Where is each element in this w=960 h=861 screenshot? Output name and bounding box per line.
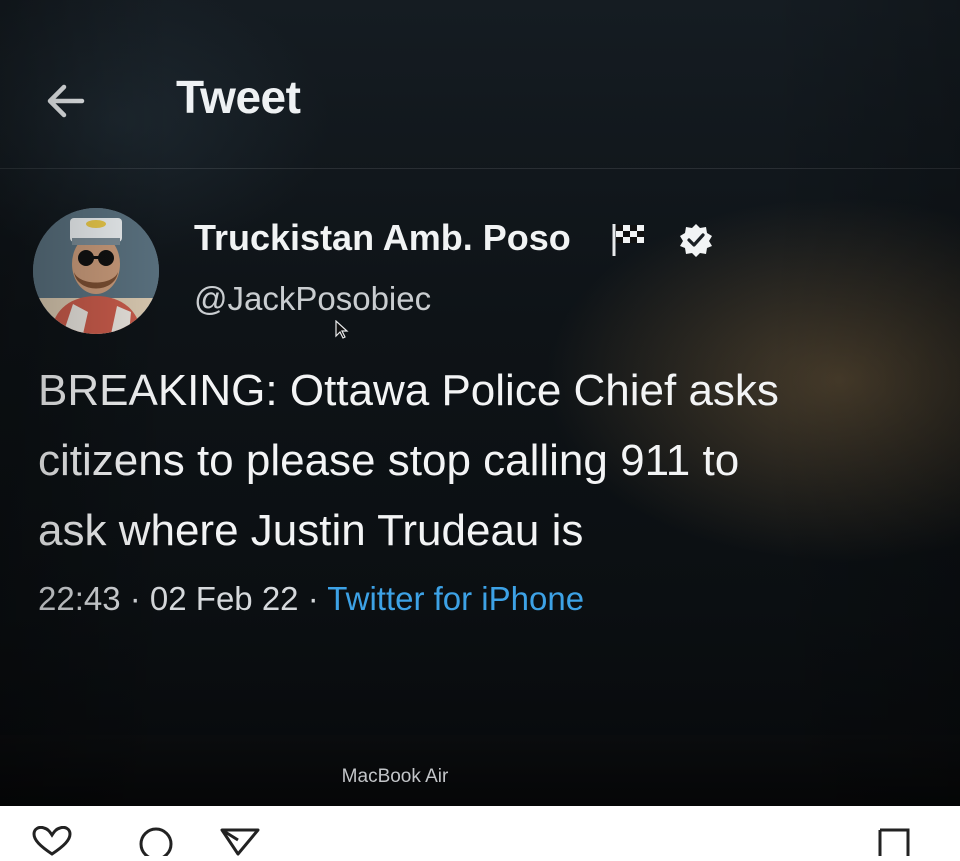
verified-badge-icon [678,222,714,258]
tweet-time: 22:43 [38,580,121,617]
bookmark-icon[interactable] [872,826,916,856]
user-handle[interactable]: @JackPosobiec [194,280,431,318]
display-name[interactable]: Truckistan Amb. Poso [194,217,571,259]
avatar[interactable] [33,208,159,334]
arrow-left-icon[interactable] [42,78,88,124]
tweet-date: 02 Feb 22 [149,580,299,617]
separator: · [298,580,328,617]
tweet-metadata: 22:43 · 02 Feb 22 · Twitter for iPhone [38,580,584,618]
tweet-source-link[interactable]: Twitter for iPhone [327,580,584,617]
separator: · [120,580,150,617]
laptop-model-label: MacBook Air [341,766,449,787]
mouse-cursor-icon [334,319,350,340]
tweet-text: BREAKING: Ottawa Police Chief asks citiz… [38,356,960,566]
laptop-screen-photo: Tweet Truckistan Amb. Poso @JackPosobiec… [0,0,960,806]
tweet-text-line: ask where Justin Trudeau is [38,506,584,555]
checkered-flag-icon [610,222,650,258]
tweet-header-bar: Tweet [0,0,960,169]
tweet-text-line: BREAKING: Ottawa Police Chief asks [38,366,779,415]
heart-icon[interactable] [30,825,74,856]
share-icon[interactable] [218,826,262,856]
comment-icon[interactable] [134,826,178,861]
tweet-text-line: citizens to please stop calling 911 to [38,436,740,485]
page-title: Tweet [176,71,301,123]
